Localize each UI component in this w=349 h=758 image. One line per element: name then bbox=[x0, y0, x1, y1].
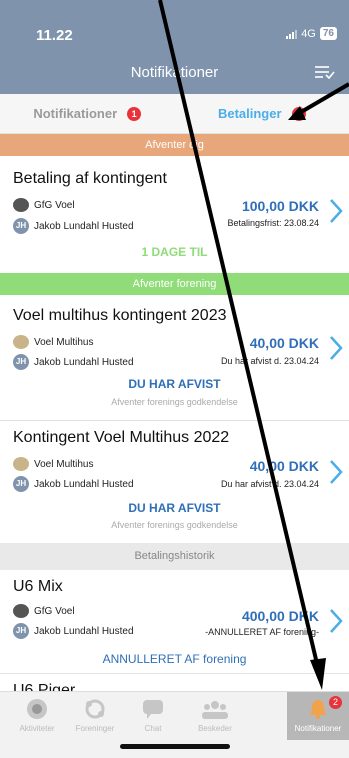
cancelled-note: -ANNULLERET AF forening- bbox=[205, 627, 319, 637]
person-name: Jakob Lundahl Husted bbox=[34, 220, 134, 232]
tab-label: Notifikationer bbox=[33, 106, 118, 121]
card-title: U6 Mix bbox=[13, 578, 63, 595]
person-row: JH Jakob Lundahl Husted bbox=[13, 218, 134, 234]
payment-card[interactable]: Betaling af kontingent GfG Voel JH Jakob… bbox=[0, 156, 349, 273]
tab-label: Betalinger bbox=[217, 106, 282, 121]
messages-icon bbox=[202, 701, 228, 719]
person-row: JH Jakob Lundahl Husted bbox=[13, 623, 134, 639]
notification-badge: 2 bbox=[329, 696, 342, 709]
tabbar-label: Aktiviteter bbox=[19, 724, 55, 733]
rejected-date: Du har afvist d. 23.04.24 bbox=[220, 479, 319, 489]
status-text: ANNULLERET AF forening bbox=[102, 652, 247, 666]
avatar: JH bbox=[13, 354, 29, 370]
status-text: 1 DAGE TIL bbox=[141, 245, 208, 259]
status-time: 11.22 bbox=[36, 27, 73, 44]
amount: 400,00 DKK bbox=[241, 608, 319, 624]
tab-bar: Notifikationer 1 Betalinger 1 bbox=[0, 94, 349, 134]
tabbar-chat[interactable]: Chat bbox=[124, 692, 182, 740]
section-history: Betalingshistorik bbox=[0, 543, 349, 570]
chat-icon bbox=[143, 700, 163, 719]
club-row: GfG Voel bbox=[13, 604, 75, 618]
amount: 40,00 DKK bbox=[249, 458, 319, 474]
bell-icon bbox=[310, 700, 326, 719]
club-logo-icon bbox=[13, 604, 29, 618]
tabbar-label: Notifikationer bbox=[294, 724, 342, 733]
status-text: DU HAR AFVIST bbox=[128, 377, 221, 391]
club-row: GfG Voel bbox=[13, 198, 75, 212]
avatar: JH bbox=[13, 218, 29, 234]
status-subtext: Afventer forenings godkendelse bbox=[111, 397, 238, 407]
club-name: GfG Voel bbox=[34, 199, 75, 211]
card-title: Betaling af kontingent bbox=[13, 170, 167, 187]
chevron-right-icon[interactable] bbox=[329, 459, 343, 485]
card-title: Kontingent Voel Multihus 2022 bbox=[13, 429, 230, 446]
club-logo-icon bbox=[13, 198, 29, 212]
status-text: DU HAR AFVIST bbox=[128, 501, 221, 515]
payment-deadline: Betalingsfrist: 23.08.24 bbox=[227, 218, 319, 228]
club-logo-icon bbox=[13, 335, 29, 349]
tab-badge: 1 bbox=[291, 106, 306, 121]
page-title: Notifikationer bbox=[130, 64, 219, 81]
tabbar-beskeder[interactable]: Beskeder bbox=[186, 692, 244, 740]
person-row: JH Jakob Lundahl Husted bbox=[13, 476, 134, 492]
person-name: Jakob Lundahl Husted bbox=[34, 625, 134, 637]
payment-card[interactable]: Kontingent Voel Multihus 2022 Voel Multi… bbox=[0, 421, 349, 543]
signal-icon bbox=[286, 29, 298, 39]
tab-notifikationer[interactable]: Notifikationer 1 bbox=[0, 94, 175, 133]
tabbar-label: Chat bbox=[144, 724, 162, 733]
tabbar-notifikationer[interactable]: Notifikationer 2 bbox=[287, 692, 349, 740]
avatar: JH bbox=[13, 623, 29, 639]
network-label: 4G bbox=[301, 27, 316, 40]
rejected-date: Du har afvist d. 23.04.24 bbox=[220, 356, 319, 366]
tabbar-label: Beskeder bbox=[198, 724, 232, 733]
club-name: Voel Multihus bbox=[34, 458, 94, 470]
person-row: JH Jakob Lundahl Husted bbox=[13, 354, 134, 370]
club-name: GfG Voel bbox=[34, 605, 75, 617]
payment-card[interactable]: Voel multihus kontingent 2023 Voel Multi… bbox=[0, 295, 349, 420]
section-awaiting-you: Afventer dig bbox=[0, 134, 349, 156]
section-awaiting-club: Afventer forening bbox=[0, 273, 349, 295]
club-name: Voel Multihus bbox=[34, 336, 94, 348]
home-indicator bbox=[120, 744, 230, 749]
avatar: JH bbox=[13, 476, 29, 492]
filter-list-icon[interactable] bbox=[315, 65, 335, 79]
amount: 40,00 DKK bbox=[249, 335, 319, 351]
payment-card[interactable]: U6 Mix GfG Voel JH Jakob Lundahl Husted … bbox=[0, 570, 349, 672]
club-logo-icon bbox=[13, 457, 29, 471]
payment-card[interactable]: U6 Piger bbox=[0, 674, 349, 691]
status-subtext: Afventer forenings godkendelse bbox=[111, 520, 238, 530]
tabbar-label: Foreninger bbox=[75, 724, 115, 733]
club-row: Voel Multihus bbox=[13, 335, 93, 349]
tabbar-foreninger[interactable]: Foreninger bbox=[66, 692, 124, 740]
clubs-icon bbox=[85, 699, 105, 719]
card-title: Voel multihus kontingent 2023 bbox=[13, 307, 227, 324]
header: 11.22 4G 76 Notifikationer bbox=[0, 0, 349, 94]
person-name: Jakob Lundahl Husted bbox=[34, 356, 134, 368]
status-indicators: 4G 76 bbox=[286, 27, 337, 40]
chevron-right-icon[interactable] bbox=[329, 335, 343, 361]
amount: 100,00 DKK bbox=[241, 198, 319, 214]
person-name: Jakob Lundahl Husted bbox=[34, 478, 134, 490]
club-row: Voel Multihus bbox=[13, 457, 93, 471]
card-title: U6 Piger bbox=[13, 682, 76, 691]
tab-betalinger[interactable]: Betalinger 1 bbox=[175, 94, 349, 133]
chevron-right-icon[interactable] bbox=[329, 198, 343, 224]
activity-icon bbox=[27, 699, 47, 719]
tab-badge: 1 bbox=[127, 106, 142, 121]
battery-icon: 76 bbox=[319, 27, 337, 40]
tabbar-aktiviteter[interactable]: Aktiviteter bbox=[8, 692, 66, 740]
chevron-right-icon[interactable] bbox=[329, 608, 343, 634]
